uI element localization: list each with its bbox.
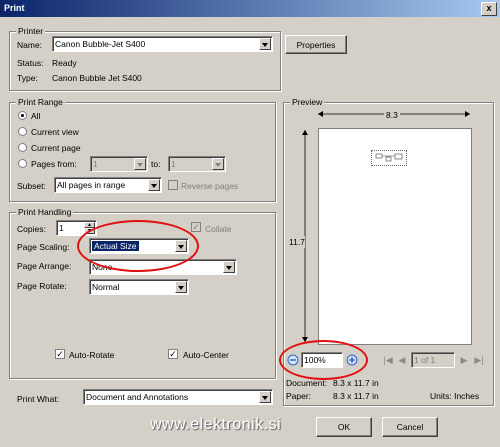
annotation-circle-zoom (279, 340, 368, 380)
type-label: Type: (17, 73, 38, 83)
height-dimension-label: 11.7 (289, 236, 305, 248)
preview-group-title: Preview (290, 97, 325, 107)
printer-name-label: Name: (17, 40, 43, 50)
watermark-text: www.elektronik.si (150, 416, 282, 433)
print-dialog: Print x Printer Name: Canon Bubble-Jet S… (0, 0, 500, 447)
paper-size-value: 8.3 x 11.7 in (333, 391, 379, 401)
pages-from-input[interactable]: 1 (90, 156, 148, 172)
chevron-down-icon[interactable] (212, 158, 224, 170)
all-label: All (31, 111, 41, 121)
print-what-label: Print What: (17, 394, 60, 404)
printer-name-select[interactable]: Canon Bubble-Jet S400 (52, 36, 273, 52)
reverse-pages-checkbox[interactable] (168, 180, 178, 190)
print-what-select[interactable]: Document and Annotations (83, 389, 273, 405)
units-label: Units: Inches (430, 391, 480, 401)
auto-center-checkbox[interactable]: ✓ (168, 349, 178, 359)
pages-from-radio[interactable] (18, 159, 27, 168)
current-page-radio[interactable] (18, 143, 27, 152)
auto-rotate-checkbox[interactable]: ✓ (55, 349, 65, 359)
current-view-label: Current view (31, 127, 79, 137)
reverse-pages-label: Reverse pages (181, 181, 239, 191)
status-value: Ready (52, 58, 77, 68)
annotation-circle-page-scaling (77, 220, 199, 272)
next-page-icon[interactable]: ▶ (459, 354, 469, 366)
subset-label: Subset: (17, 181, 46, 191)
previous-page-icon[interactable]: ◀ (397, 354, 407, 366)
width-dimension-label: 8.3 (384, 110, 400, 120)
chevron-down-icon[interactable] (134, 158, 146, 170)
page-arrange-label: Page Arrange: (17, 261, 72, 271)
cancel-button[interactable]: Cancel (382, 417, 438, 437)
properties-button[interactable]: Properties (285, 35, 347, 54)
ok-button[interactable]: OK (316, 417, 372, 437)
subset-select[interactable]: All pages in range (54, 177, 162, 193)
first-page-icon[interactable]: |◀ (383, 354, 393, 366)
close-button[interactable]: x (481, 2, 497, 16)
current-view-radio[interactable] (18, 127, 27, 136)
last-page-icon[interactable]: ▶| (474, 354, 484, 366)
print-range-group-title: Print Range (16, 97, 65, 107)
page-scaling-label: Page Scaling: (17, 242, 70, 252)
collate-label: Collate (205, 224, 232, 234)
chevron-down-icon[interactable] (175, 281, 187, 293)
auto-center-label: Auto-Center (183, 350, 229, 360)
page-indicator-field[interactable]: 1 of 1 (411, 352, 455, 368)
status-label: Status: (17, 58, 44, 68)
auto-rotate-label: Auto-Rotate (69, 350, 115, 360)
document-size-value: 8.3 x 11.7 in (333, 378, 379, 388)
chevron-down-icon[interactable] (223, 261, 235, 273)
all-radio[interactable] (18, 111, 27, 120)
collate-checkbox[interactable]: ✓ (191, 222, 201, 232)
chevron-down-icon[interactable] (259, 38, 271, 50)
printer-group-title: Printer (16, 26, 46, 36)
chevron-down-icon[interactable] (259, 391, 271, 403)
window-title: Print (4, 3, 25, 13)
title-bar: Print x (0, 0, 500, 17)
page-rotate-label: Page Rotate: (17, 281, 67, 291)
pages-to-input[interactable]: 1 (168, 156, 226, 172)
paper-size-label: Paper: (286, 391, 312, 401)
pages-from-label: Pages from: (31, 159, 77, 169)
page-rotate-select[interactable]: Normal (89, 279, 189, 295)
preview-thumbnail-image (371, 150, 407, 166)
to-label: to: (151, 159, 161, 169)
copies-label: Copies: (17, 224, 46, 234)
chevron-down-icon[interactable] (148, 179, 160, 191)
print-handling-group-title: Print Handling (16, 207, 74, 217)
current-page-label: Current page (31, 143, 81, 153)
type-value: Canon Bubble Jet S400 (52, 73, 142, 83)
